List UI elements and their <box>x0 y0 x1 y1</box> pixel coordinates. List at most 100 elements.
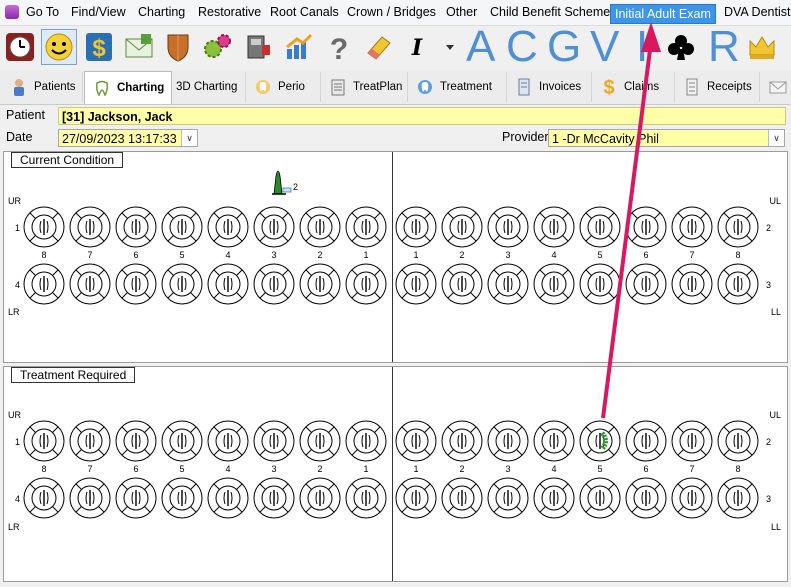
tooth-4-5[interactable] <box>160 262 204 306</box>
menu-go-to[interactable]: Go To <box>22 0 63 25</box>
tooth-2-3[interactable] <box>486 419 530 463</box>
smiley-icon[interactable] <box>41 29 77 65</box>
tooth-1-3[interactable] <box>252 419 296 463</box>
gears-icon[interactable] <box>200 30 234 64</box>
tooth-2-2[interactable] <box>440 205 484 249</box>
tab-receipts[interactable]: Receipts <box>675 72 760 102</box>
tooth-4-8[interactable] <box>22 476 66 520</box>
tooth-1-4[interactable] <box>206 419 250 463</box>
letter-a-icon[interactable]: A <box>466 25 495 69</box>
letter-v-icon[interactable]: V <box>590 25 619 69</box>
tooth-1-1[interactable] <box>344 205 388 249</box>
tooth-2-5[interactable] <box>578 205 622 249</box>
clock-icon[interactable] <box>3 30 37 64</box>
tooth-3-4[interactable] <box>532 476 576 520</box>
tooth-3-8[interactable] <box>716 476 760 520</box>
tab-perio[interactable]: Perio <box>246 72 321 102</box>
tooth-2-4[interactable] <box>532 205 576 249</box>
tab-more[interactable] <box>761 72 789 102</box>
dropdown-arrow-icon[interactable] <box>443 30 457 64</box>
mail-icon[interactable] <box>122 30 156 64</box>
menu-crown-bridges[interactable]: Crown / Bridges <box>343 0 440 25</box>
tooth-3-3[interactable] <box>486 262 530 306</box>
tooth-1-2[interactable] <box>298 205 342 249</box>
tooth-4-5[interactable] <box>160 476 204 520</box>
tab-treatment[interactable]: Treatment <box>408 72 507 102</box>
tooth-3-6[interactable] <box>624 476 668 520</box>
tooth-1-5[interactable] <box>160 419 204 463</box>
tooth-2-1[interactable] <box>394 419 438 463</box>
patient-field[interactable]: [31] Jackson, Jack <box>58 107 786 125</box>
letter-c-icon[interactable]: C <box>506 25 538 69</box>
tooth-3-2[interactable] <box>440 262 484 306</box>
tooth-2-5[interactable] <box>578 419 622 463</box>
tooth-1-8[interactable] <box>22 205 66 249</box>
tooth-1-2[interactable] <box>298 419 342 463</box>
letter-g-icon[interactable]: G <box>547 25 581 69</box>
tooth-4-8[interactable] <box>22 262 66 306</box>
tooth-4-1[interactable] <box>344 262 388 306</box>
tooth-3-4[interactable] <box>532 262 576 306</box>
implant-icon[interactable] <box>266 162 298 198</box>
tooth-2-1[interactable] <box>394 205 438 249</box>
letter-r-icon[interactable]: R <box>708 25 740 69</box>
menu-initial-adult-exam[interactable]: Initial Adult Exam <box>610 4 716 24</box>
tooth-3-5[interactable] <box>578 262 622 306</box>
tab-treatplan[interactable]: TreatPlan <box>321 72 408 102</box>
tooth-1-8[interactable] <box>22 419 66 463</box>
tooth-2-3[interactable] <box>486 205 530 249</box>
tooth-3-1[interactable] <box>394 262 438 306</box>
eraser-icon[interactable] <box>361 30 395 64</box>
tooth-4-6[interactable] <box>114 262 158 306</box>
tooth-3-8[interactable] <box>716 262 760 306</box>
tooth-4-3[interactable] <box>252 476 296 520</box>
tooth-3-2[interactable] <box>440 476 484 520</box>
tooth-1-5[interactable] <box>160 205 204 249</box>
letter-i-icon[interactable]: I <box>636 25 648 69</box>
menu-root-canals[interactable]: Root Canals <box>266 0 343 25</box>
tooth-2-6[interactable] <box>624 419 668 463</box>
tooth-3-5[interactable] <box>578 476 622 520</box>
tooth-2-7[interactable] <box>670 419 714 463</box>
help-icon[interactable]: ? <box>322 30 356 64</box>
tooth-1-6[interactable] <box>114 205 158 249</box>
tooth-2-7[interactable] <box>670 205 714 249</box>
tooth-4-3[interactable] <box>252 262 296 306</box>
tooth-4-2[interactable] <box>298 262 342 306</box>
tooth-3-1[interactable] <box>394 476 438 520</box>
tab-invoices[interactable]: Invoices <box>507 72 592 102</box>
xray-icon[interactable] <box>241 30 275 64</box>
chart-growth-icon[interactable] <box>282 30 316 64</box>
chevron-down-icon[interactable]: ∨ <box>768 130 784 146</box>
tooth-3-7[interactable] <box>670 476 714 520</box>
tooth-2-4[interactable] <box>532 419 576 463</box>
tooth-1-3[interactable] <box>252 205 296 249</box>
tooth-4-6[interactable] <box>114 476 158 520</box>
tooth-4-7[interactable] <box>68 476 112 520</box>
tab-claims[interactable]: $ Claims <box>592 72 675 102</box>
shield-icon[interactable] <box>161 30 195 64</box>
chevron-down-icon[interactable]: ∨ <box>181 130 197 146</box>
provider-select[interactable]: 1 -Dr McCavity Phil ∨ <box>548 129 785 147</box>
tooth-2-2[interactable] <box>440 419 484 463</box>
tooth-2-6[interactable] <box>624 205 668 249</box>
tooth-1-1[interactable] <box>344 419 388 463</box>
tab-3d-charting[interactable]: 3D Charting <box>171 72 246 102</box>
dollar-icon[interactable]: $ <box>82 30 116 64</box>
tooth-1-6[interactable] <box>114 419 158 463</box>
tooth-4-4[interactable] <box>206 262 250 306</box>
tab-charting[interactable]: Charting <box>84 71 172 104</box>
tooth-4-4[interactable] <box>206 476 250 520</box>
crown-icon[interactable] <box>745 30 779 64</box>
menu-restorative[interactable]: Restorative <box>194 0 265 25</box>
tab-patients[interactable]: Patients <box>2 72 83 102</box>
tooth-2-8[interactable] <box>716 419 760 463</box>
tooth-2-8[interactable] <box>716 205 760 249</box>
date-field[interactable]: 27/09/2023 13:17:33 ∨ <box>58 129 198 147</box>
tooth-4-2[interactable] <box>298 476 342 520</box>
menu-charting[interactable]: Charting <box>134 0 189 25</box>
tooth-3-6[interactable] <box>624 262 668 306</box>
club-icon[interactable] <box>664 30 698 64</box>
tooth-1-7[interactable] <box>68 205 112 249</box>
tooth-1-7[interactable] <box>68 419 112 463</box>
